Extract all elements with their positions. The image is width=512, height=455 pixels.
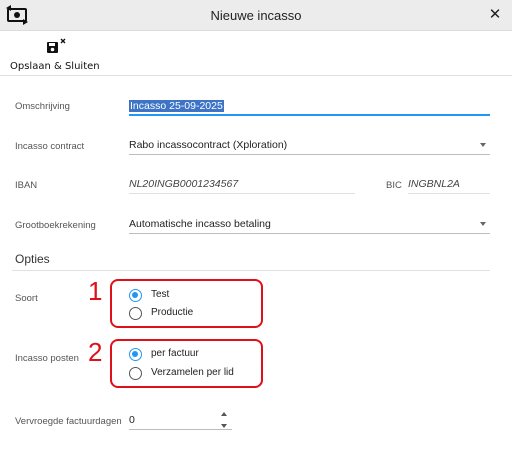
annotation-marker-1: 1: [88, 276, 103, 306]
close-icon[interactable]: ✕: [487, 6, 503, 24]
omschrijving-value: Incasso 25-09-2025: [129, 100, 224, 112]
contract-select[interactable]: Rabo incassocontract (Xploration): [129, 137, 490, 155]
vervroegde-label: Vervroegde factuurdagen: [15, 416, 122, 427]
bic-field: INGBNL2A: [408, 176, 490, 194]
spin-down-icon[interactable]: [221, 424, 227, 428]
annotation-box-1: [110, 279, 263, 328]
grootboek-label: Grootboekrekening: [15, 220, 96, 231]
bic-value: INGBNL2A: [408, 178, 460, 190]
radio-unselected-icon[interactable]: [129, 367, 142, 380]
save-close-button[interactable]: Opslaan & Sluiten: [8, 35, 100, 73]
grootboek-select[interactable]: Automatische incasso betaling: [129, 216, 490, 234]
toolbar: Opslaan & Sluiten: [0, 31, 512, 76]
radio-label: per factuur: [151, 348, 199, 359]
save-close-icon: [47, 38, 66, 53]
radio-selected-icon[interactable]: [129, 348, 142, 361]
save-close-label: Opslaan & Sluiten: [10, 61, 100, 72]
omschrijving-input[interactable]: Incasso 25-09-2025: [129, 98, 490, 116]
vervroegde-input[interactable]: 0: [129, 412, 232, 430]
iban-field: NL20INGB0001234567: [129, 176, 355, 194]
annotation-marker-2: 2: [88, 337, 103, 367]
chevron-down-icon: [480, 222, 486, 226]
number-stepper: [218, 410, 230, 432]
omschrijving-label: Omschrijving: [15, 101, 70, 112]
vervroegde-value: 0: [129, 414, 135, 426]
contract-label: Incasso contract: [15, 141, 85, 152]
spin-up-icon[interactable]: [221, 412, 227, 416]
iban-value: NL20INGB0001234567: [129, 178, 239, 190]
contract-value: Rabo incassocontract (Xploration): [129, 139, 288, 151]
posten-label: Incasso posten: [15, 353, 79, 364]
iban-label: IBAN: [15, 180, 38, 191]
soort-label: Soort: [15, 293, 38, 304]
chevron-down-icon: [480, 143, 486, 147]
window-title: Nieuwe incasso: [210, 8, 302, 23]
radio-selected-icon[interactable]: [129, 289, 142, 302]
divider: [12, 270, 490, 271]
title-bar: Nieuwe incasso ✕: [0, 0, 512, 31]
annotation-box-2: [110, 339, 263, 388]
grootboek-value: Automatische incasso betaling: [129, 218, 271, 230]
radio-label: Productie: [151, 307, 194, 318]
radio-label: Test: [151, 289, 170, 300]
radio-label: Verzamelen per lid: [151, 367, 234, 378]
bic-label: BIC: [386, 180, 402, 191]
opties-heading: Opties: [15, 252, 50, 266]
radio-unselected-icon[interactable]: [129, 307, 142, 320]
